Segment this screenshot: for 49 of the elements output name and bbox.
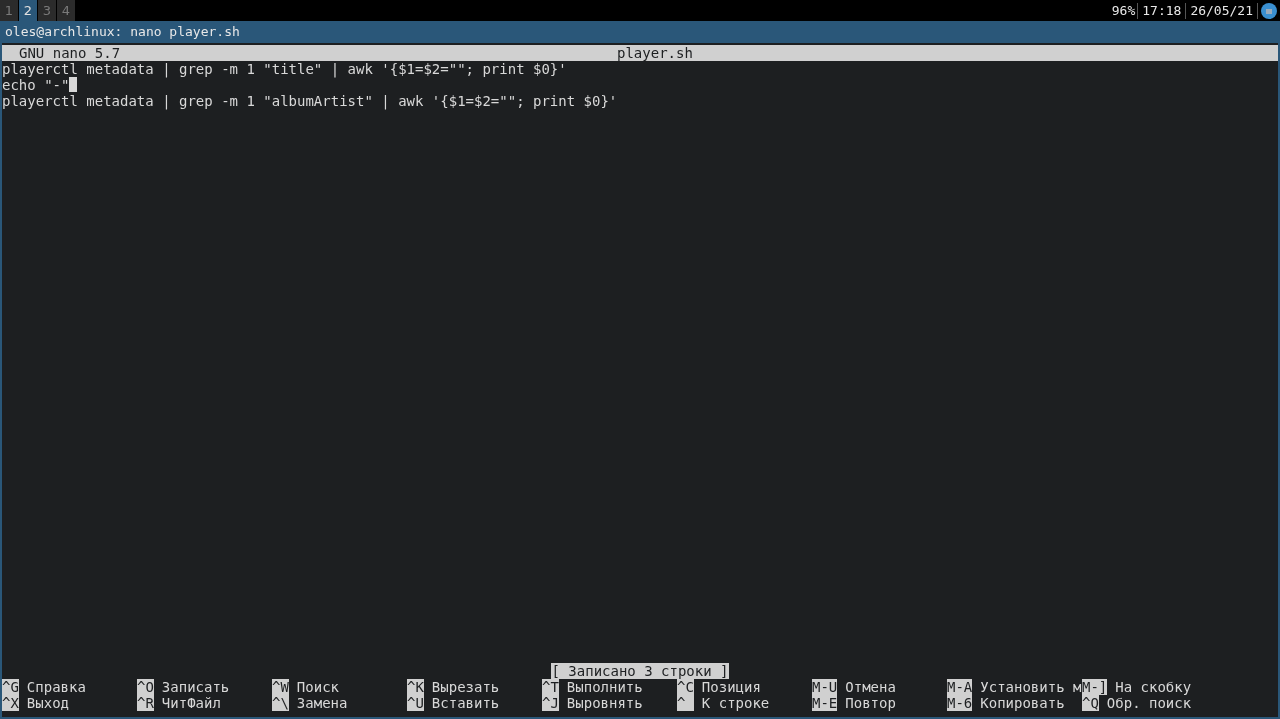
shortcut-label: Выровнять <box>565 695 643 711</box>
shortcut-label: Выполнить <box>565 679 643 695</box>
shortcut-label: Записать <box>160 679 230 695</box>
file-name: player.sh <box>617 45 693 61</box>
shortcut-label: Поиск <box>295 679 339 695</box>
shortcut-key: ^J <box>542 695 559 711</box>
shortcut-key: M-E <box>812 695 838 711</box>
shortcut-label: Выход <box>25 695 69 711</box>
shortcut-label: Справка <box>25 679 86 695</box>
window-title: oles@archlinux: nano player.sh <box>5 23 240 42</box>
battery-level: 96% <box>1110 1 1137 20</box>
shortcut-label: Вырезать <box>430 679 500 695</box>
shortcut-label: Повтор <box>844 695 896 711</box>
shortcut-key: ^O <box>137 679 154 695</box>
code-line: playerctl metadata | grep -m 1 "title" | awk '{$1=$2=""; print $0}' <box>2 61 567 77</box>
shortcut-key: ^T <box>542 679 559 695</box>
clock-time: 17:18 <box>1141 1 1183 20</box>
shortcut-key: M-6 <box>947 695 973 711</box>
date-text: 26/05/21 <box>1189 1 1254 20</box>
code-line: playerctl metadata | grep -m 1 "albumArtist" | awk '{$1=$2=""; print $0}' <box>2 93 618 109</box>
shortcut-label: Отмена <box>844 679 896 695</box>
shortcut-key: ^K <box>407 679 424 695</box>
shortcut-label: На скобку <box>1114 679 1192 695</box>
shortcut-key: ^R <box>137 695 154 711</box>
shortcut-key: M-] <box>1082 679 1108 695</box>
shortcut-key: ^Q <box>1082 695 1099 711</box>
shortcut-label: Установить м <box>979 679 1082 695</box>
shortcut-key: ^C <box>677 679 694 695</box>
status-message: [ Записано 3 строки ] <box>551 663 729 679</box>
code-line: echo "-" <box>2 77 70 93</box>
shortcut-label: Копировать <box>979 695 1065 711</box>
workspace-button[interactable]: 4 <box>57 0 75 21</box>
nano-version: GNU nano 5.7 <box>18 45 121 61</box>
shortcut-key: ^U <box>407 695 424 711</box>
shortcut-label: К строке <box>700 695 770 711</box>
shortcut-label: ЧитФайл <box>160 695 221 711</box>
workspace-button[interactable]: 1 <box>0 0 18 21</box>
shortcut-label: Замена <box>295 695 348 711</box>
shortcut-key: M-U <box>812 679 838 695</box>
shortcut-label: Позиция <box>700 679 761 695</box>
shortcut-key: ^G <box>2 679 19 695</box>
workspace-button[interactable]: 2 <box>19 0 37 21</box>
workspace-button[interactable]: 3 <box>38 0 56 21</box>
shortcut-key: M-A <box>947 679 973 695</box>
shortcut-label: Вставить <box>430 695 500 711</box>
shortcut-key: ^X <box>2 695 19 711</box>
shortcut-key: ^W <box>272 679 289 695</box>
shortcut-label: Обр. поиск <box>1105 695 1192 711</box>
shortcut-key: ^\ <box>272 695 289 711</box>
